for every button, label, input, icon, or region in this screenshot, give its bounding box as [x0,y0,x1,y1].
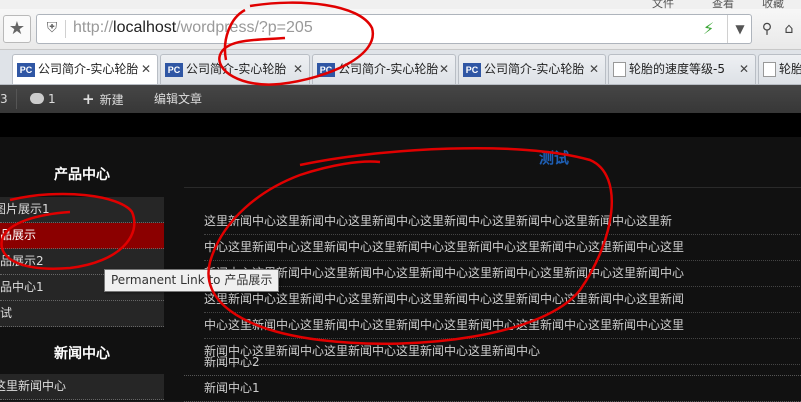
comments-count: 1 [48,92,56,106]
sidebar-item-gallery1[interactable]: 图片展示1 [0,197,164,223]
chevron-down-icon[interactable]: ▼ [727,15,752,43]
url-text[interactable]: http://localhost/wordpress/?p=205 [73,19,313,37]
tab-5[interactable]: 轮胎的速度等级-5 ✕ [608,54,756,84]
tab-4[interactable]: PC 公司简介-实心轮胎 ✕ [458,54,606,84]
new-label: 新建 [99,93,124,107]
tab-label: 公司简介-实心轮胎 [338,62,439,76]
address-toolbar: ★ ⛨ http://localhost/wordpress/?p=205 ⚡ … [0,9,801,50]
star-icon[interactable]: ★ [3,15,31,43]
news-link-1[interactable]: 新闻中心1 [184,376,801,402]
sidebar-item-label: 产品展示2 [0,254,44,268]
shield-icon[interactable]: ⛨ [45,21,59,36]
sidebar-item-label: 产品展示 [0,228,37,242]
tab-label: 公司简介-实心轮胎 [38,62,139,76]
sidebar-item-label: 产品中心1 [0,280,44,294]
sidebar-item-label: 测试 [0,306,13,320]
close-icon[interactable]: ✕ [739,55,749,83]
post-paragraph: 这里新闻中心这里新闻中心这里新闻中心这里新闻中心这里新闻中心这里新闻中心这里新 … [204,209,801,365]
paragraph-line: 这里新闻中心这里新闻中心这里新闻中心这里新闻中心这里新闻中心这里新闻中心这里新 [204,209,801,235]
address-bar[interactable]: ⛨ http://localhost/wordpress/?p=205 ⚡ ▼ [36,14,752,44]
news-link-2[interactable]: 新闻中心2 [184,350,801,376]
tab-label: 轮胎 [779,62,801,76]
admin-divider [16,89,17,109]
link-tooltip: Permanent Link to 产品展示 [104,269,280,292]
close-icon[interactable]: ✕ [439,55,449,83]
pc-favicon-icon: PC [463,62,481,77]
paragraph-line: 新闻中心这里新闻中心这里新闻中心这里新闻中心这里新闻中心这里新闻中心这里新闻中心 [204,261,801,287]
tab-2[interactable]: PC 公司简介-实心轮胎 ✕ [160,54,310,84]
paragraph-line: 这里新闻中心这里新闻中心这里新闻中心这里新闻中心这里新闻中心这里新闻中心这里新闻 [204,287,801,313]
admin-count[interactable]: 3 [0,85,8,113]
sidebar-item-test[interactable]: 测试 [0,301,164,327]
sidebar-item-label: 这里新闻中心 [0,379,67,393]
tab-label: 公司简介-实心轮胎 [186,62,287,76]
pc-favicon-icon: PC [165,62,183,77]
paragraph-line: 中心这里新闻中心这里新闻中心这里新闻中心这里新闻中心这里新闻中心这里新闻中心这里 [204,235,801,261]
edit-post-button[interactable]: 编辑文章 [154,85,202,113]
product-center-title: 产品中心 [54,167,110,183]
sidebar-item-products[interactable]: 产品展示 [0,223,164,249]
plus-icon: + [82,90,95,108]
pc-favicon-icon: PC [17,62,35,77]
news-link-label: 新闻中心2 [204,355,260,369]
tab-label: 公司简介-实心轮胎 [484,62,585,76]
url-host: localhost [113,19,177,36]
close-icon[interactable]: ✕ [293,55,303,83]
url-path: /wordpress/?p=205 [176,19,313,36]
sidebar-item-news[interactable]: 这里新闻中心 [0,374,164,400]
paragraph-line: 中心这里新闻中心这里新闻中心这里新闻中心这里新闻中心这里新闻中心这里新闻中心这里 [204,313,801,339]
document-icon [613,62,626,77]
document-icon [763,62,776,77]
search-icon[interactable]: ⚲ [757,19,777,39]
address-divider [65,20,66,38]
comment-bubble-icon [30,93,44,104]
title-divider [184,187,801,188]
news-link-label: 新闻中心1 [204,381,260,395]
close-icon[interactable]: ✕ [141,55,151,83]
page-body: 产品中心 图片展示1 产品展示 产品展示2 产品中心1 测试 新闻中心 这里新闻… [0,113,801,402]
url-scheme: http:// [73,19,114,36]
news-center-title: 新闻中心 [54,346,110,362]
new-button[interactable]: + 新建 [82,85,124,113]
tab-strip: PC 公司简介-实心轮胎 ✕ PC 公司简介-实心轮胎 ✕ PC 公司简介-实心轮胎 … [0,50,801,85]
pc-favicon-icon: PC [317,62,335,77]
wp-admin-bar: 3 1 + 新建 编辑文章 [0,85,801,113]
tab-label: 轮胎的速度等级-5 [629,62,725,76]
home-icon[interactable]: ⌂ [779,19,799,39]
post-title[interactable]: 测试 [184,147,801,168]
comments-button[interactable]: 1 [30,85,56,113]
browser-menu-strip: 文件 查看 收藏 [0,0,801,10]
lightning-icon[interactable]: ⚡ [703,19,714,38]
header-band [0,113,801,137]
close-icon[interactable]: ✕ [589,55,599,83]
tab-3[interactable]: PC 公司简介-实心轮胎 ✕ [312,54,456,84]
sidebar-item-label: 图片展示1 [0,202,50,216]
tab-1[interactable]: PC 公司简介-实心轮胎 ✕ [12,54,158,84]
tab-6[interactable]: 轮胎 [758,54,801,84]
